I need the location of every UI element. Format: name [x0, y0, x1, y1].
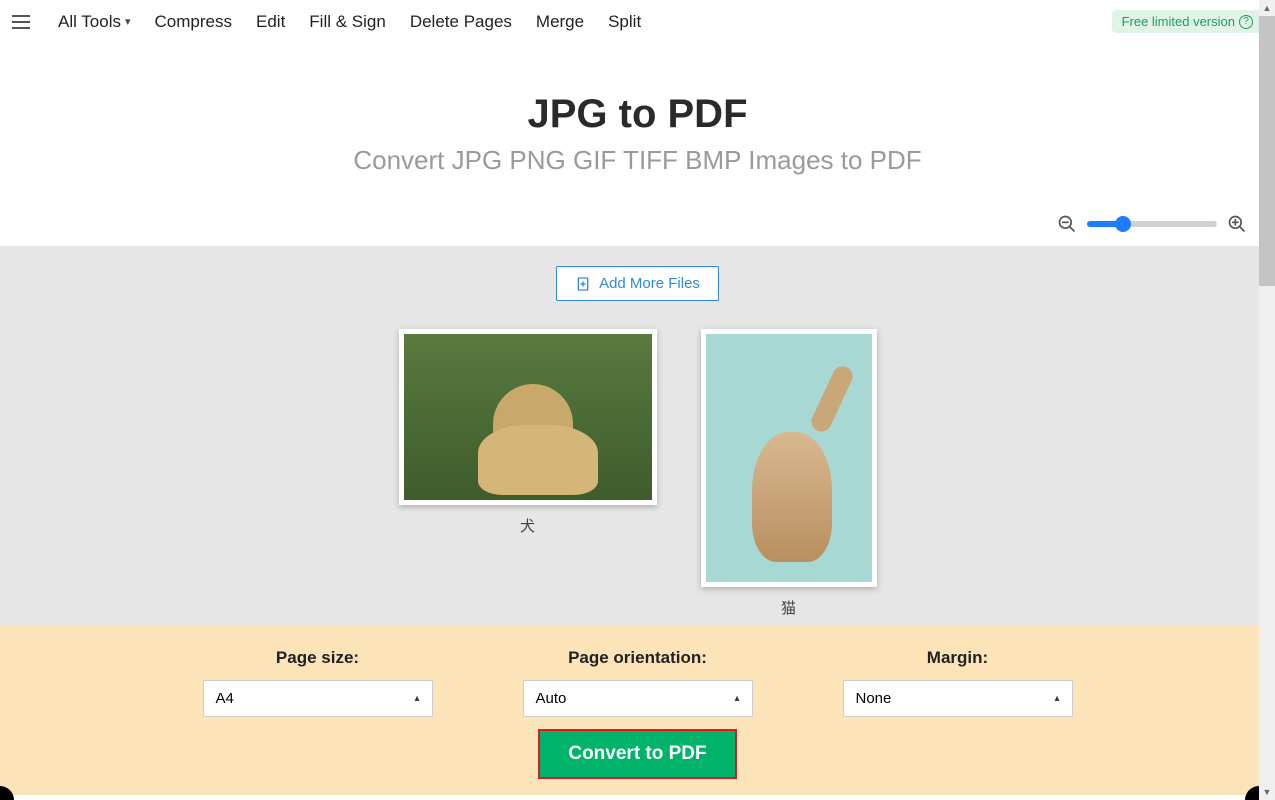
page-subtitle: Convert JPG PNG GIF TIFF BMP Images to P…	[0, 145, 1275, 176]
page-size-option: Page size: A4 ▴	[203, 648, 433, 717]
free-version-badge[interactable]: Free limited version ?	[1112, 10, 1263, 33]
add-file-icon	[575, 276, 591, 292]
nav-all-tools-label: All Tools	[58, 12, 121, 32]
add-more-label: Add More Files	[599, 275, 700, 292]
nav-edit[interactable]: Edit	[256, 12, 285, 32]
hero: JPG to PDF Convert JPG PNG GIF TIFF BMP …	[0, 44, 1275, 206]
nav-compress[interactable]: Compress	[155, 12, 232, 32]
orientation-select[interactable]: Auto ▴	[523, 680, 753, 717]
nav-links: All Tools ▾ Compress Edit Fill & Sign Del…	[58, 12, 641, 32]
hamburger-icon[interactable]	[12, 10, 36, 34]
thumbnails: 犬 猫	[0, 329, 1275, 618]
options-bar: Page size: A4 ▴ Page orientation: Auto ▴ M…	[0, 626, 1275, 795]
top-nav: All Tools ▾ Compress Edit Fill & Sign Del…	[0, 0, 1275, 44]
file-canvas: Add More Files 犬 猫	[0, 246, 1275, 626]
nav-delete-pages[interactable]: Delete Pages	[410, 12, 512, 32]
thumb-image-0	[399, 329, 657, 505]
orientation-value: Auto	[536, 690, 567, 707]
orientation-label: Page orientation:	[523, 648, 753, 668]
nav-all-tools[interactable]: All Tools ▾	[58, 12, 131, 32]
margin-value: None	[856, 690, 892, 707]
thumb-image-1	[701, 329, 877, 587]
caret-up-icon: ▴	[734, 693, 739, 704]
scrollbar-thumb[interactable]	[1259, 16, 1275, 286]
caret-up-icon: ▴	[1054, 693, 1059, 704]
thumb-label-0: 犬	[399, 515, 657, 536]
margin-select[interactable]: None ▴	[843, 680, 1073, 717]
badge-text: Free limited version	[1122, 14, 1235, 29]
zoom-controls	[0, 206, 1275, 246]
margin-option: Margin: None ▴	[843, 648, 1073, 717]
help-icon: ?	[1239, 15, 1253, 29]
page-size-value: A4	[216, 690, 234, 707]
scroll-up-icon[interactable]: ▲	[1259, 0, 1275, 16]
slider-thumb[interactable]	[1115, 216, 1131, 232]
add-more-files-button[interactable]: Add More Files	[556, 266, 719, 301]
chevron-down-icon: ▾	[125, 15, 131, 28]
nav-split[interactable]: Split	[608, 12, 641, 32]
page-title: JPG to PDF	[0, 92, 1275, 137]
nav-fill-sign[interactable]: Fill & Sign	[309, 12, 386, 32]
zoom-out-icon[interactable]	[1057, 214, 1077, 234]
orientation-option: Page orientation: Auto ▴	[523, 648, 753, 717]
file-thumb-0[interactable]: 犬	[399, 329, 657, 536]
options-row: Page size: A4 ▴ Page orientation: Auto ▴ M…	[203, 648, 1073, 717]
vertical-scrollbar[interactable]: ▲ ▼	[1259, 0, 1275, 800]
margin-label: Margin:	[843, 648, 1073, 668]
convert-button[interactable]: Convert to PDF	[540, 731, 734, 777]
nav-merge[interactable]: Merge	[536, 12, 584, 32]
file-thumb-1[interactable]: 猫	[701, 329, 877, 618]
thumb-label-1: 猫	[701, 597, 877, 618]
page-size-label: Page size:	[203, 648, 433, 668]
page-size-select[interactable]: A4 ▴	[203, 680, 433, 717]
caret-up-icon: ▴	[414, 693, 419, 704]
zoom-in-icon[interactable]	[1227, 214, 1247, 234]
zoom-slider[interactable]	[1087, 221, 1217, 227]
scroll-down-icon[interactable]: ▼	[1259, 784, 1275, 800]
